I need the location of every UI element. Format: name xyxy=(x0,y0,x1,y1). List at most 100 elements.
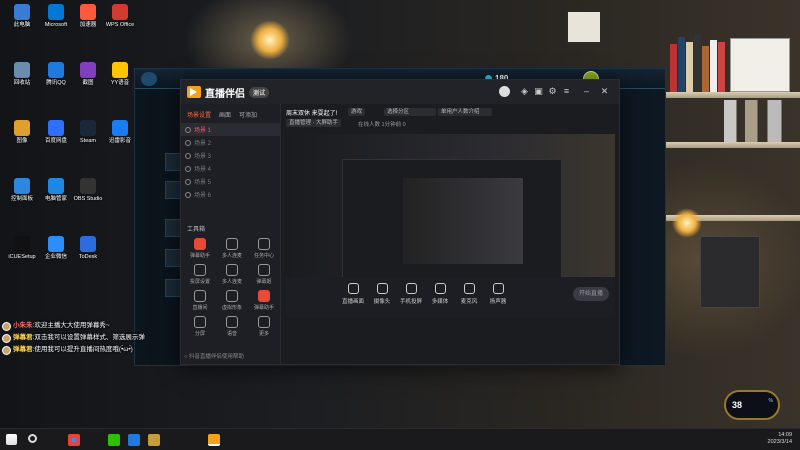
toolbox-item[interactable]: 虚拟形象 xyxy=(217,290,247,311)
desktop-icon[interactable]: 控制面板 xyxy=(4,178,40,202)
start-live-button[interactable]: 开始直播 xyxy=(573,287,609,301)
toolbox-item[interactable]: 直播间 xyxy=(185,290,215,311)
toolbox-title: 工具箱 xyxy=(187,227,206,233)
tab-picture[interactable]: 画面 xyxy=(219,110,231,119)
toolbox-item[interactable]: 多人连麦 xyxy=(217,238,247,259)
tool-label: 任务中心 xyxy=(253,253,274,259)
tool-icon xyxy=(194,264,206,276)
source-button[interactable]: 多媒体 xyxy=(425,283,455,305)
desktop-icon-label: 加速器 xyxy=(79,22,97,28)
source-button[interactable]: 摄像头 xyxy=(367,283,397,305)
live-companion-window[interactable]: 直播伴侣 测试 ◈ ▣ ⚙ ≡ – ✕ 场景设置 画面 可添加 场景 1 场景 2… xyxy=(180,79,620,365)
eye-icon[interactable] xyxy=(185,178,191,185)
stream-title[interactable]: 周末双休 来耍起了! xyxy=(286,108,337,117)
toolbox-item[interactable]: 任务中心 xyxy=(249,238,279,259)
system-clock[interactable]: 14:09 2023/3/14 xyxy=(768,432,792,446)
desktop-icon[interactable]: YY语音 xyxy=(102,62,138,86)
desktop-icon-label: 企业微信 xyxy=(44,254,67,260)
menu-icon[interactable]: ≡ xyxy=(561,86,572,97)
eye-icon[interactable] xyxy=(185,191,191,198)
wechat-icon[interactable] xyxy=(108,434,120,446)
desktop-icon[interactable]: OBS Studio xyxy=(70,178,106,202)
desktop-icon[interactable]: 企业微信 xyxy=(38,236,74,260)
nested-preview xyxy=(403,178,523,264)
eye-icon[interactable] xyxy=(185,152,191,159)
minimize-icon[interactable]: – xyxy=(581,86,592,97)
game-chip[interactable]: 游戏 xyxy=(348,108,366,116)
source-button[interactable]: 麦克风 xyxy=(454,283,484,305)
clock-time: 14:09 xyxy=(778,432,792,438)
tool-label: 投屏设置 xyxy=(189,279,210,285)
toolbox-item[interactable]: 弹幕姬 xyxy=(249,264,279,285)
tool-icon xyxy=(226,264,238,276)
tab-addable[interactable]: 可添加 xyxy=(239,110,257,119)
desktop-icon[interactable]: WPS Office xyxy=(102,4,138,28)
settings-icon[interactable]: ⚙ xyxy=(547,86,558,97)
performance-widget[interactable]: 38 % xyxy=(724,390,780,420)
gift-icon[interactable]: ◈ xyxy=(519,86,530,97)
desktop-icon[interactable]: 电脑管家 xyxy=(38,178,74,202)
toolbox-item[interactable]: 弹幕助手 xyxy=(249,290,279,311)
desktop-icon[interactable]: Microsoft xyxy=(38,4,74,28)
chat-overlay: 小朱朱: 欢迎主播大大使用弹幕秀~ 弹幕君: 双击我可以设置弹幕样式、筛选展示弹 弹幕君… xyxy=(2,320,192,356)
help-tip[interactable]: ○ 抖音直播伴侣使用帮助 xyxy=(184,352,244,360)
audience-intro-chip[interactable]: 单用户人数介绍 xyxy=(438,108,492,116)
manage-chip[interactable]: 直播管理 · 大屏助手 xyxy=(286,119,341,127)
source-button[interactable]: 手机投屏 xyxy=(396,283,426,305)
desktop-icon[interactable]: 腾讯QQ xyxy=(38,62,74,86)
chat-message: 弹幕君: 使用我可以提升直播间热度哦(•̀ω•́) xyxy=(2,344,192,356)
app-logo-icon xyxy=(187,86,201,98)
scene-item[interactable]: 场景 2 xyxy=(181,136,280,149)
chat-icon[interactable]: ▣ xyxy=(533,86,544,97)
toolbox-item[interactable]: 弹幕助手 xyxy=(185,238,215,259)
scene-item[interactable]: 场景 3 xyxy=(181,149,280,162)
avatar xyxy=(2,345,11,355)
source-label: 直播画面 xyxy=(341,299,364,305)
toolbox-item[interactable]: 投屏设置 xyxy=(185,264,215,285)
app-icon xyxy=(14,236,30,252)
qq-icon[interactable] xyxy=(128,434,140,446)
desktop-icon[interactable]: Steam xyxy=(70,120,106,144)
desktop-icon[interactable]: 百度网盘 xyxy=(38,120,74,144)
tool-label: 分屏 xyxy=(194,331,205,337)
category-select[interactable]: 选择分区 xyxy=(384,108,436,116)
eye-icon[interactable] xyxy=(185,165,191,172)
scene-item[interactable]: 场景 4 xyxy=(181,162,280,175)
source-label: 麦克风 xyxy=(460,299,478,305)
eye-icon[interactable] xyxy=(185,139,191,146)
scene-item[interactable]: 场景 6 xyxy=(181,188,280,201)
avatar[interactable] xyxy=(499,86,510,97)
scene-item[interactable]: 场景 5 xyxy=(181,175,280,188)
desktop-icon[interactable]: 加速器 xyxy=(70,4,106,28)
windows-start-icon[interactable] xyxy=(6,434,17,445)
toolbox-item[interactable]: 更多 xyxy=(249,316,279,337)
preview-toolbar: 扬声器 麦克风 多媒体 手机投屏 摄像头 直播画面 开始直播 xyxy=(286,277,615,317)
search-icon[interactable] xyxy=(28,434,37,443)
source-icon xyxy=(492,283,504,294)
stream-preview[interactable]: 扬声器 麦克风 多媒体 手机投屏 摄像头 直播画面 开始直播 xyxy=(286,134,615,317)
game-icon[interactable] xyxy=(148,434,160,446)
source-button[interactable]: 扬声器 xyxy=(483,283,513,305)
chat-text: 使用我可以提升直播间热度哦(•̀ω•́) xyxy=(34,346,133,353)
source-button[interactable]: 直播画面 xyxy=(338,283,368,305)
scene-tabs: 场景设置 画面 可添加 xyxy=(181,104,280,123)
desktop-icon[interactable]: 截图 xyxy=(70,62,106,86)
scene-item[interactable]: 场景 1 xyxy=(181,123,280,136)
wall-shelf-middle xyxy=(660,142,800,148)
desktop-icon[interactable]: ToDesk xyxy=(70,236,106,260)
live-companion-icon[interactable] xyxy=(208,434,220,446)
desktop-icon[interactable]: 图像 xyxy=(4,120,40,144)
desktop-icon[interactable]: iCUESetup xyxy=(4,236,40,260)
desktop-icon[interactable]: 迅雷影音 xyxy=(102,120,138,144)
toolbox-item[interactable]: 语音 xyxy=(217,316,247,337)
toolbox-item[interactable]: 多人连麦 xyxy=(217,264,247,285)
eye-icon[interactable] xyxy=(185,126,191,133)
desktop-icon[interactable]: 回收站 xyxy=(4,62,40,86)
close-icon[interactable]: ✕ xyxy=(599,86,610,97)
desktop-icon[interactable]: 此电脑 xyxy=(4,4,40,28)
chrome-icon[interactable] xyxy=(68,434,80,446)
tab-scene-settings[interactable]: 场景设置 xyxy=(187,110,211,119)
app-icon xyxy=(80,4,96,20)
app-icon xyxy=(14,120,30,136)
desktop-icon-label: ToDesk xyxy=(78,254,98,260)
